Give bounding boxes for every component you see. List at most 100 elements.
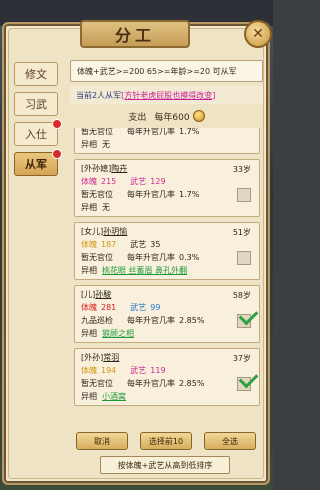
action-buttons: 取消 选择前10 全选 [76,432,256,450]
filter-condition: 体魄+武艺>=200 65>=年龄>=20 可从军 [70,60,263,82]
dialog-title: 分工 [80,20,190,48]
physique-value: 215 [101,177,117,186]
physique-label: 体魄 [81,177,97,186]
trait-row: 异相 狼顾之相 [81,327,253,340]
martial-value: 119 [150,366,166,375]
notification-dot-icon [52,149,62,159]
select-checkbox[interactable] [237,188,251,202]
close-button[interactable]: ✕ [244,20,272,48]
list-item[interactable]: [外孙] 常羽 37岁 体魄 194 武艺 119 暂无官位 每年升官几率 2.… [74,348,260,406]
expense-value: 每年600 [154,112,190,123]
stats-row: 体魄 281 武艺 99 [81,301,253,314]
rate-value: 1.7% [179,128,200,136]
member-age: 51岁 [232,228,251,237]
tab-military[interactable]: 从军 [14,149,62,176]
select-checkbox[interactable] [237,251,251,265]
tab-martial[interactable]: 习武 [14,92,58,116]
rate-label: 每年升官几率 [127,316,175,325]
trait-label: 异相 [81,140,97,149]
trait-label: 异相 [81,329,97,338]
trait-label: 异相 [81,266,97,275]
office: 暂无官位 [81,379,113,388]
physique-value: 281 [101,303,117,312]
list-item[interactable]: [女儿] 孙玥愉 51岁 体魄 187 武艺 35 暂无官位 每年升官几率 0.… [74,222,260,280]
trait-value[interactable]: 小酒窝 [102,391,126,402]
trait-value: 无 [102,203,110,212]
cancel-button[interactable]: 取消 [76,432,128,450]
list-item[interactable]: [儿] 孙駿 58岁 体魄 281 武艺 99 九品巡检 每年升官几率 2.85… [74,285,260,343]
side-tab-list: 修文 习武 入仕 从军 [14,62,62,182]
member-relation: [女儿] [81,227,104,236]
rate-label: 每年升官几率 [127,190,175,199]
member-name: 陶卉 [111,164,128,173]
select-checkbox-checked[interactable] [237,314,251,328]
rate-value: 1.7% [179,190,200,199]
rate-value: 2.85% [179,316,205,325]
member-age: 33岁 [232,165,251,174]
member-name: 常羽 [103,353,120,362]
martial-label: 武艺 [130,240,147,249]
office-row: 暂无官位 每年升官几率 1.7% [81,128,253,138]
physique-label: 体魄 [81,303,97,312]
rate-label: 每年升官几率 [127,128,175,136]
select-checkbox-checked[interactable] [237,377,251,391]
stats-row: 体魄 215 武艺 129 [81,175,253,188]
list-item-partial[interactable]: 暂无官位 每年升官几率 1.7% 异相 无 [74,128,260,154]
trait-row: 异相 桃花眼 丝蓄眉 鼻孔外翻 [81,264,253,277]
member-age: 37岁 [232,354,251,363]
martial-label: 武艺 [130,366,147,375]
member-name: 孙駿 [95,290,112,299]
trait-row: 异相 小酒窝 [81,390,253,403]
office-row: 暂无官位 每年升官几率 1.7% [81,188,253,201]
rate-value: 2.85% [179,379,205,388]
trait-value[interactable]: 桃花眼 丝蓄眉 鼻孔外翻 [102,265,187,276]
member-list[interactable]: 暂无官位 每年升官几率 1.7% 异相 无 [外孙媳] 陶卉 33岁 体魄 21… [70,128,263,433]
tab-study[interactable]: 修文 [14,62,58,86]
stats-row: 体魄 187 武艺 35 [81,238,253,251]
name-row: [外孙] 常羽 [81,351,253,364]
trait-label: 异相 [81,392,97,401]
expense-label: 支出 [128,112,147,123]
office-row: 暂无官位 每年升官几率 2.85% [81,377,253,390]
trait-row: 异相 无 [81,201,253,214]
office: 暂无官位 [81,128,113,136]
tab-officialdom[interactable]: 入仕 [14,119,62,146]
status-prefix: 当前2人从军 [76,90,122,100]
list-item[interactable]: [外孙媳] 陶卉 33岁 体魄 215 武艺 129 暂无官位 每年升官几率 1… [74,159,260,217]
rate-label: 每年升官几率 [127,253,175,262]
martial-value: 35 [150,240,161,249]
rate-label: 每年升官几率 [127,379,175,388]
trait-row: 异相 无 [81,138,253,151]
office: 暂无官位 [81,253,113,262]
name-row: [外孙媳] 陶卉 [81,162,253,175]
sort-button[interactable]: 按体魄+武艺从高到低排序 [100,456,230,474]
martial-label: 武艺 [130,177,147,186]
member-relation: [外孙] [81,353,104,362]
member-relation: [外孙媳] [81,164,112,173]
member-name: 孙玥愉 [103,227,128,236]
member-relation: [儿] [81,290,96,299]
physique-label: 体魄 [81,240,97,249]
member-age: 58岁 [232,291,251,300]
name-row: [儿] 孙駿 [81,288,253,301]
office: 九品巡检 [81,316,113,325]
physique-value: 194 [101,366,117,375]
trait-value[interactable]: 狼顾之相 [102,328,134,339]
policy-link[interactable]: [方针老虎屁股也摸得改变] [121,90,215,101]
select-all-button[interactable]: 全选 [204,432,256,450]
tab-label: 从军 [25,158,47,171]
martial-value: 99 [150,303,161,312]
select-first-ten-button[interactable]: 选择前10 [140,432,192,450]
expense-row: 支出 每年600 [70,106,263,126]
trait-value: 无 [102,140,110,149]
tab-label: 入仕 [25,128,47,141]
rate-value: 0.3% [179,253,200,262]
name-row: [女儿] 孙玥愉 [81,225,253,238]
main-content: 体魄+武艺>=200 65>=年龄>=20 可从军 当前2人从军 [方针老虎屁股… [70,60,263,433]
tab-label: 习武 [25,98,47,111]
martial-value: 129 [150,177,166,186]
close-icon: ✕ [252,26,264,42]
notification-dot-icon [52,119,62,129]
tab-label: 修文 [25,68,47,81]
office: 暂无官位 [81,190,113,199]
